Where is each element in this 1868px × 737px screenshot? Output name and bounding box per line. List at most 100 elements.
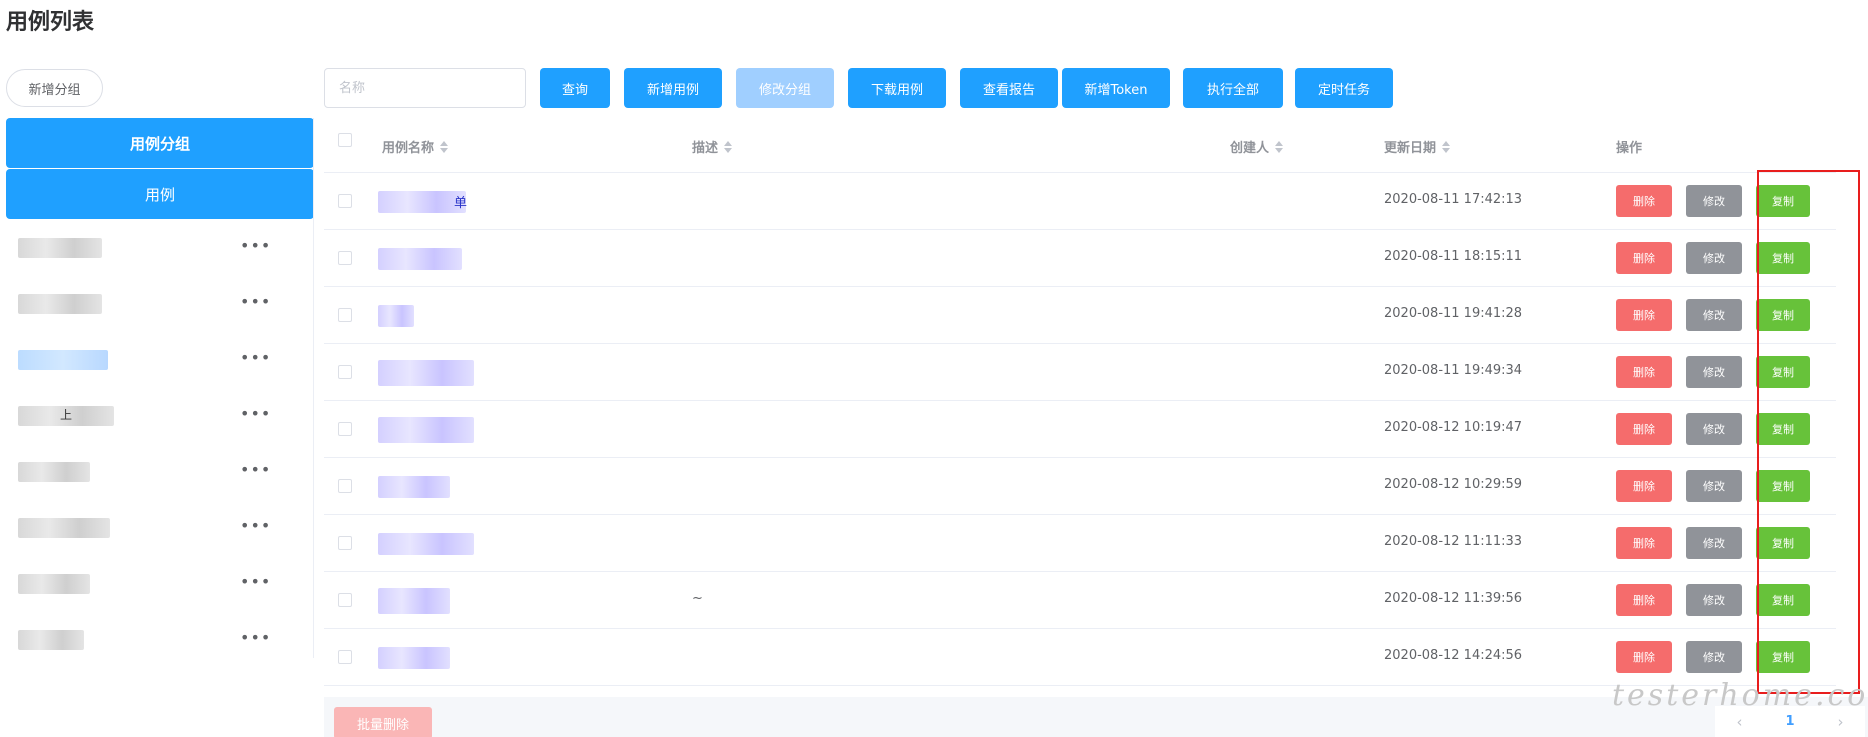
more-horizontal-icon[interactable]: ••• [240, 236, 271, 255]
sidebar-item[interactable]: 上 ••• [6, 388, 314, 444]
sidebar-item[interactable]: ••• [6, 612, 314, 668]
case-desc: ~ [692, 591, 703, 606]
case-name-blur [378, 360, 474, 386]
more-horizontal-icon[interactable]: ••• [240, 516, 271, 535]
case-updated: 2020-08-11 17:42:13 [1384, 192, 1523, 207]
row-checkbox[interactable] [338, 536, 352, 550]
row-checkbox[interactable] [338, 194, 352, 208]
sidebar-group-header[interactable]: 用例分组 [6, 118, 314, 168]
add-case-button[interactable]: 新增用例 [624, 68, 722, 108]
delete-button[interactable]: 删除 [1616, 413, 1672, 445]
case-updated: 2020-08-12 11:39:56 [1384, 591, 1523, 606]
column-header-name[interactable]: 用例名称 [382, 137, 449, 156]
row-checkbox[interactable] [338, 308, 352, 322]
sidebar-item[interactable]: ••• [6, 332, 314, 388]
case-updated: 2020-08-12 10:29:59 [1384, 477, 1523, 492]
more-horizontal-icon[interactable]: ••• [240, 572, 271, 591]
case-updated: 2020-08-11 19:49:34 [1384, 363, 1523, 378]
column-header-updated[interactable]: 更新日期 [1384, 137, 1451, 156]
edit-button[interactable]: 修改 [1686, 470, 1742, 502]
sidebar-item-label: 上 [18, 406, 114, 426]
case-name-blur [378, 476, 450, 498]
sidebar-all-cases[interactable]: 用例 [6, 169, 314, 219]
sidebar-item[interactable]: ••• [6, 500, 314, 556]
add-token-button[interactable]: 新增Token [1062, 68, 1170, 108]
scheduled-tasks-button[interactable]: 定时任务 [1295, 68, 1393, 108]
delete-button[interactable]: 删除 [1616, 185, 1672, 217]
query-button[interactable]: 查询 [540, 68, 610, 108]
row-checkbox[interactable] [338, 422, 352, 436]
sidebar-group-list: ••• ••• ••• 上 ••• ••• ••• ••• ••• [6, 220, 314, 668]
case-name-blur [378, 191, 466, 213]
sort-icon[interactable] [724, 140, 733, 153]
edit-button[interactable]: 修改 [1686, 242, 1742, 274]
chevron-right-icon[interactable]: › [1838, 713, 1844, 731]
copy-column-highlight-box [1757, 170, 1860, 694]
table-row: 2020-08-12 14:24:56 删除 修改 复制 [324, 629, 1836, 686]
sidebar-item-label [18, 350, 108, 370]
case-name-link[interactable]: 单 [454, 192, 467, 211]
run-all-button[interactable]: 执行全部 [1183, 68, 1283, 108]
edit-button[interactable]: 修改 [1686, 299, 1742, 331]
sidebar-item[interactable]: ••• [6, 444, 314, 500]
page: 用例列表 新增分组 用例分组 用例 ••• ••• ••• 上 ••• ••• [0, 0, 1868, 737]
sidebar-item-label [18, 630, 84, 650]
more-horizontal-icon[interactable]: ••• [240, 292, 271, 311]
more-horizontal-icon[interactable]: ••• [240, 460, 271, 479]
sort-icon[interactable] [1275, 140, 1284, 153]
edit-button[interactable]: 修改 [1686, 185, 1742, 217]
edit-group-button[interactable]: 修改分组 [736, 68, 834, 108]
row-checkbox[interactable] [338, 251, 352, 265]
edit-button[interactable]: 修改 [1686, 584, 1742, 616]
sidebar-divider [313, 118, 314, 658]
edit-button[interactable]: 修改 [1686, 641, 1742, 673]
table-row: 2020-08-11 19:49:34 删除 修改 复制 [324, 344, 1836, 401]
edit-button[interactable]: 修改 [1686, 413, 1742, 445]
sort-icon[interactable] [440, 140, 449, 153]
column-header-creator[interactable]: 创建人 [1230, 137, 1284, 156]
sidebar-item-label [18, 238, 102, 258]
delete-button[interactable]: 删除 [1616, 299, 1672, 331]
sidebar-item[interactable]: ••• [6, 276, 314, 332]
case-name-blur [378, 588, 450, 614]
case-name-blur [378, 533, 474, 555]
row-checkbox[interactable] [338, 593, 352, 607]
page-title: 用例列表 [6, 10, 95, 35]
row-checkbox[interactable] [338, 365, 352, 379]
select-all-checkbox[interactable] [338, 133, 352, 147]
row-checkbox[interactable] [338, 650, 352, 664]
batch-delete-button[interactable]: 批量删除 [334, 707, 432, 737]
download-cases-button[interactable]: 下载用例 [848, 68, 946, 108]
delete-button[interactable]: 删除 [1616, 584, 1672, 616]
delete-button[interactable]: 删除 [1616, 356, 1672, 388]
sidebar-item-label [18, 518, 110, 538]
delete-button[interactable]: 删除 [1616, 641, 1672, 673]
sidebar-item-label [18, 294, 102, 314]
page-number[interactable]: 1 [1785, 714, 1794, 729]
sidebar-group-header-label: 用例分组 [129, 134, 190, 153]
add-group-button[interactable]: 新增分组 [6, 69, 103, 107]
sort-icon[interactable] [1442, 140, 1451, 153]
cases-table: 用例名称 描述 创建人 更新日期 操作 单 2020-08-11 17:42:1… [324, 119, 1836, 686]
delete-button[interactable]: 删除 [1616, 242, 1672, 274]
row-checkbox[interactable] [338, 479, 352, 493]
table-row: 2020-08-12 10:19:47 删除 修改 复制 [324, 401, 1836, 458]
more-horizontal-icon[interactable]: ••• [240, 628, 271, 647]
case-name-blur [378, 305, 414, 327]
delete-button[interactable]: 删除 [1616, 527, 1672, 559]
case-name-blur [378, 647, 450, 669]
edit-button[interactable]: 修改 [1686, 356, 1742, 388]
delete-button[interactable]: 删除 [1616, 470, 1672, 502]
view-report-button[interactable]: 查看报告 [960, 68, 1058, 108]
case-name-blur [378, 417, 474, 443]
column-header-desc[interactable]: 描述 [692, 137, 733, 156]
more-horizontal-icon[interactable]: ••• [240, 404, 271, 423]
more-horizontal-icon[interactable]: ••• [240, 348, 271, 367]
case-updated: 2020-08-11 19:41:28 [1384, 306, 1523, 321]
sidebar-item[interactable]: ••• [6, 220, 314, 276]
search-input[interactable] [324, 68, 526, 108]
table-row: ~ 2020-08-12 11:39:56 删除 修改 复制 [324, 572, 1836, 629]
sidebar-item[interactable]: ••• [6, 556, 314, 612]
edit-button[interactable]: 修改 [1686, 527, 1742, 559]
chevron-left-icon[interactable]: ‹ [1736, 713, 1742, 731]
